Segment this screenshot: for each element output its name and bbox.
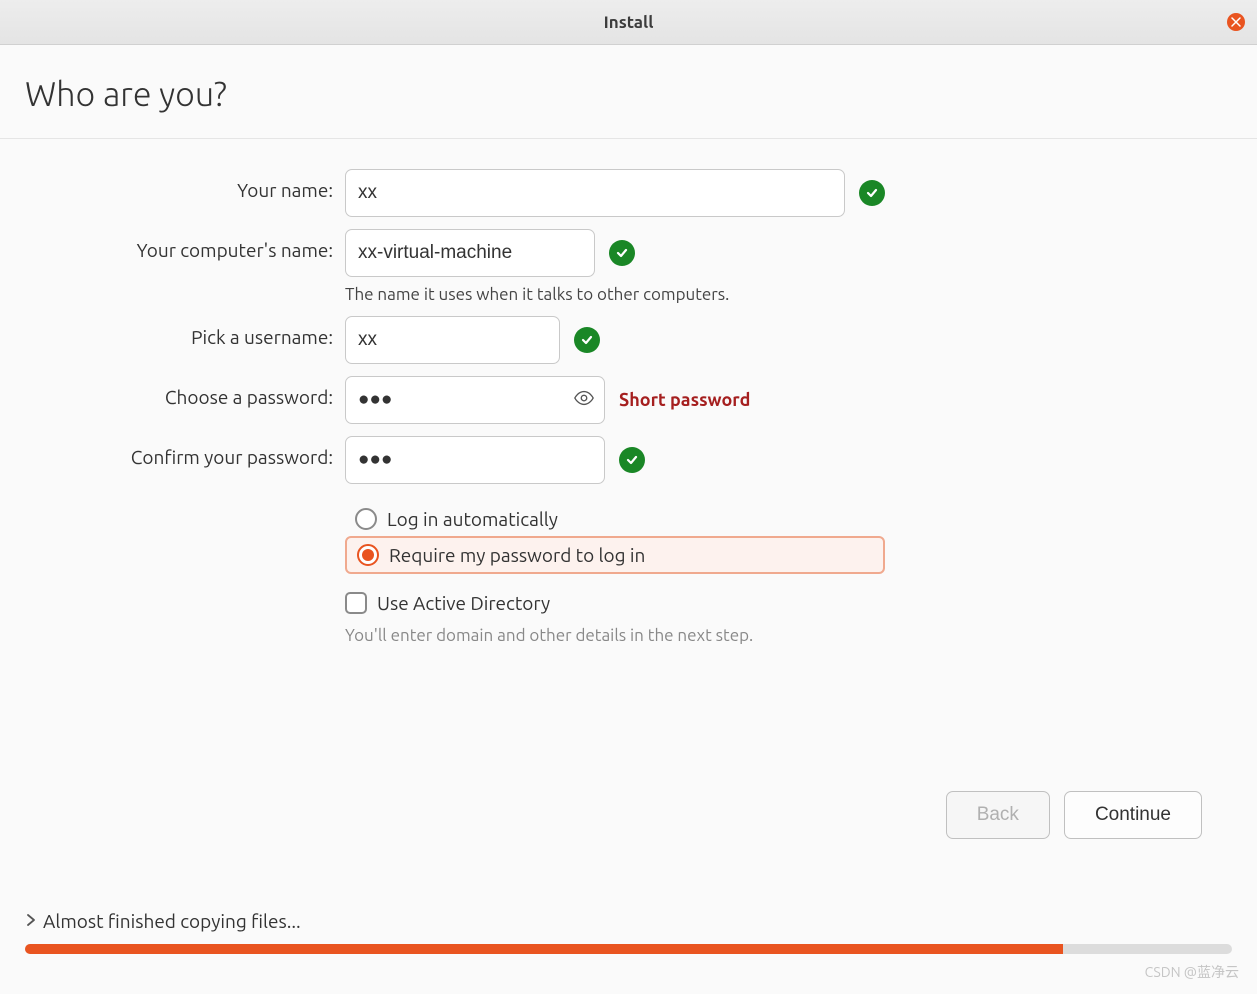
password-label: Choose a password: (25, 376, 345, 408)
confirm-password-input[interactable] (345, 436, 605, 484)
computer-name-input[interactable] (345, 229, 595, 277)
name-label: Your name: (25, 169, 345, 201)
computer-name-helper: The name it uses when it talks to other … (345, 285, 729, 304)
check-icon (574, 327, 600, 353)
radio-login-auto[interactable]: Log in automatically (345, 502, 885, 536)
radio-label: Log in automatically (387, 508, 558, 530)
radio-label: Require my password to log in (389, 544, 645, 566)
password-input[interactable] (345, 376, 605, 424)
checkbox-active-directory[interactable]: Use Active Directory (345, 586, 885, 620)
radio-require-password[interactable]: Require my password to log in (345, 536, 885, 574)
radio-icon (355, 508, 377, 530)
confirm-password-label: Confirm your password: (25, 436, 345, 468)
titlebar: Install (0, 0, 1257, 45)
window-title: Install (604, 13, 654, 32)
chevron-right-icon (25, 910, 37, 932)
status-area: Almost finished copying files... (25, 910, 1232, 954)
status-expander[interactable]: Almost finished copying files... (25, 910, 1232, 932)
check-icon (609, 240, 635, 266)
back-button[interactable]: Back (946, 791, 1050, 839)
password-warning: Short password (619, 390, 750, 410)
checkbox-label: Use Active Directory (377, 592, 550, 614)
check-icon (859, 180, 885, 206)
user-form: Your name: Your computer's name: The nam… (0, 139, 1257, 645)
active-directory-helper: You'll enter domain and other details in… (345, 626, 885, 645)
close-icon[interactable] (1227, 13, 1245, 31)
checkbox-icon (345, 592, 367, 614)
watermark: CSDN @蓝净云 (1145, 962, 1239, 982)
name-input[interactable] (345, 169, 845, 217)
footer-buttons: Back Continue (946, 791, 1202, 839)
username-label: Pick a username: (25, 316, 345, 348)
username-input[interactable] (345, 316, 560, 364)
eye-icon[interactable] (573, 387, 595, 413)
radio-icon (357, 544, 379, 566)
check-icon (619, 447, 645, 473)
computer-name-label: Your computer's name: (25, 229, 345, 261)
status-text: Almost finished copying files... (43, 910, 301, 932)
progress-bar (25, 944, 1232, 954)
progress-fill (25, 944, 1063, 954)
continue-button[interactable]: Continue (1064, 791, 1202, 839)
page-title: Who are you? (0, 45, 1257, 138)
